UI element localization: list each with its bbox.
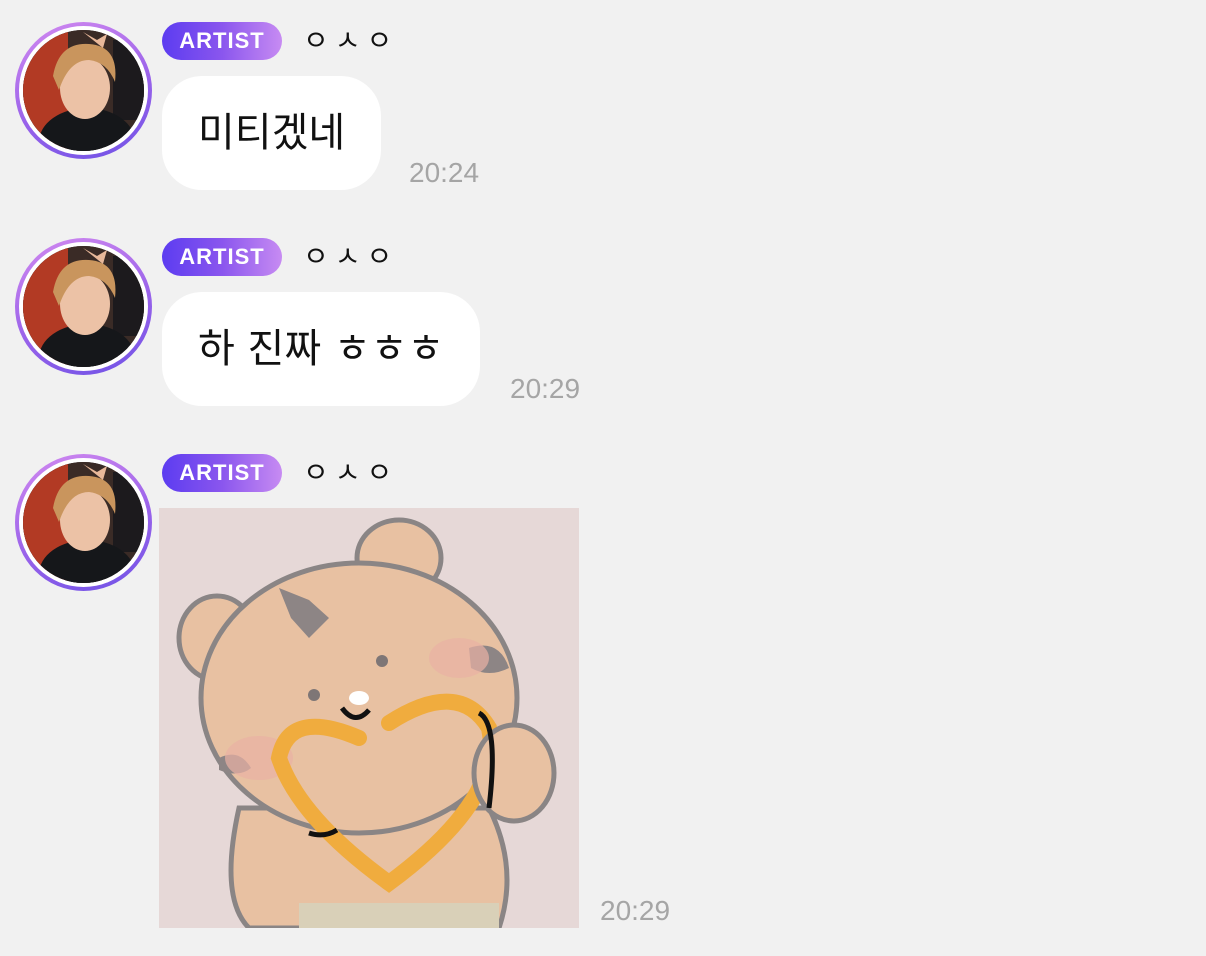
avatar[interactable] [15, 22, 152, 159]
chat-thread[interactable]: ARTIST ㅇㅅㅇ 미티겠네 20:24 ARTIST ㅇㅅㅇ 하 진짜 ㅎㅎ [0, 0, 1206, 956]
message-timestamp: 20:24 [409, 157, 480, 188]
sender-name[interactable]: ㅇㅅㅇ [303, 238, 398, 276]
message-timestamp: 20:29 [510, 373, 581, 404]
tiger-heart-sticker[interactable] [159, 508, 579, 928]
avatar-photo [23, 246, 144, 367]
sender-name[interactable]: ㅇㅅㅇ [303, 22, 398, 60]
artist-badge: ARTIST [162, 454, 282, 492]
message-bubble[interactable]: 미티겠네 [162, 76, 382, 190]
artist-badge: ARTIST [162, 22, 282, 60]
sender-name[interactable]: ㅇㅅㅇ [303, 454, 398, 492]
message-timestamp: 20:29 [600, 895, 671, 926]
avatar[interactable] [15, 238, 152, 375]
artist-badge: ARTIST [162, 238, 282, 276]
avatar-photo [23, 462, 144, 583]
message-row: ARTIST ㅇㅅㅇ 미티겠네 20:24 [0, 0, 1206, 216]
message-bubble[interactable]: 하 진짜 ㅎㅎㅎ [162, 292, 481, 406]
avatar-photo [23, 30, 144, 151]
message-row: ARTIST ㅇㅅㅇ 하 진짜 ㅎㅎㅎ 20:29 [0, 216, 1206, 432]
avatar[interactable] [15, 454, 152, 591]
